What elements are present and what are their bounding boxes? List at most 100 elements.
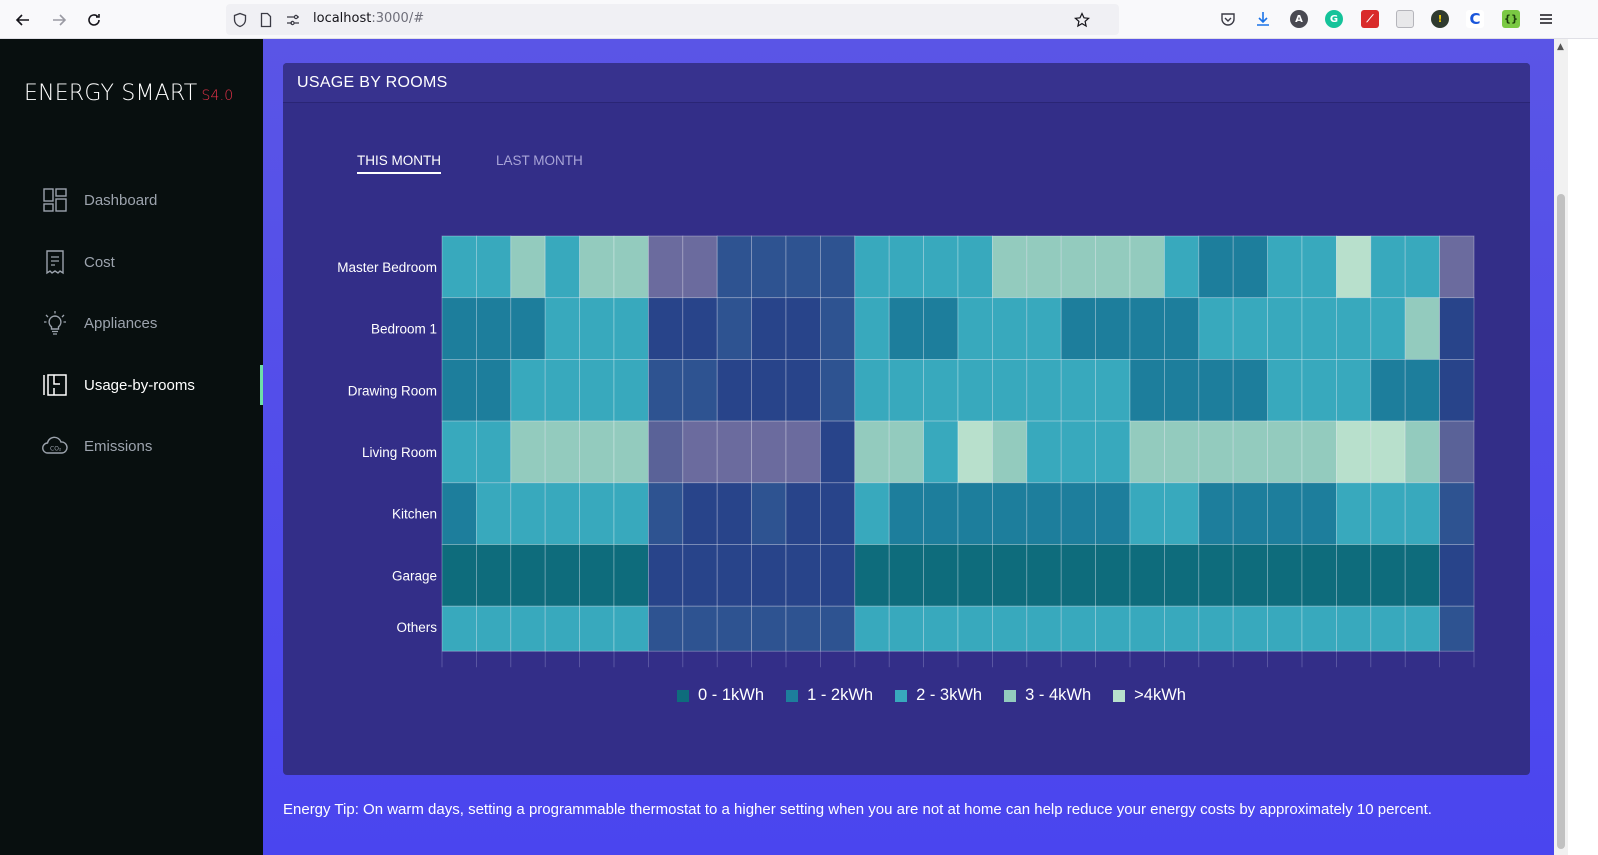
heatmap-cell[interactable]	[1164, 235, 1200, 299]
heatmap-cell[interactable]	[1026, 358, 1062, 422]
heatmap-cell[interactable]	[441, 297, 477, 360]
heatmap-cell[interactable]	[1232, 235, 1269, 299]
heatmap-cell[interactable]	[992, 544, 1028, 607]
heatmap-cell[interactable]	[1164, 297, 1200, 360]
heatmap-cell[interactable]	[751, 297, 787, 360]
address-bar[interactable]: localhost:3000/#	[226, 4, 1119, 35]
heatmap-cell[interactable]	[1198, 358, 1234, 422]
heatmap-cell[interactable]	[820, 544, 856, 607]
heatmap-cell[interactable]	[1026, 605, 1062, 652]
heatmap-cell[interactable]	[1336, 420, 1372, 484]
heatmap-cell[interactable]	[1404, 482, 1440, 545]
heatmap-cell[interactable]	[1129, 297, 1165, 360]
heatmap-cell[interactable]	[1336, 482, 1372, 545]
sidebar-item-usage-by-rooms[interactable]: Usage-by-rooms	[0, 363, 263, 407]
heatmap-cell[interactable]	[475, 358, 512, 422]
heatmap-cell[interactable]	[1026, 235, 1062, 299]
heatmap-cell[interactable]	[1404, 605, 1440, 652]
heatmap-cell[interactable]	[613, 544, 649, 607]
heatmap-cell[interactable]	[785, 358, 821, 422]
heatmap-cell[interactable]	[510, 482, 546, 545]
heatmap-cell[interactable]	[647, 358, 684, 422]
heatmap-cell[interactable]	[1164, 544, 1200, 607]
heatmap-cell[interactable]	[475, 235, 512, 299]
heatmap-cell[interactable]	[1198, 605, 1234, 652]
heatmap-cell[interactable]	[1232, 544, 1269, 607]
heatmap-cell[interactable]	[854, 297, 890, 360]
heatmap-cell[interactable]	[992, 605, 1028, 652]
heatmap-cell[interactable]	[613, 482, 649, 545]
heatmap-cell[interactable]	[1060, 482, 1097, 545]
heatmap-cell[interactable]	[1198, 544, 1234, 607]
heatmap-cell[interactable]	[579, 420, 615, 484]
download-icon[interactable]	[1254, 10, 1272, 28]
heatmap-cell[interactable]	[544, 544, 581, 607]
heatmap-cell[interactable]	[475, 605, 512, 652]
heatmap-cell[interactable]	[510, 605, 546, 652]
heatmap-cell[interactable]	[613, 297, 649, 360]
heatmap-cell[interactable]	[1336, 235, 1372, 299]
heatmap-cell[interactable]	[1198, 297, 1234, 360]
c-extension-icon[interactable]: C	[1466, 10, 1484, 28]
heatmap-cell[interactable]	[1164, 358, 1200, 422]
heatmap-cell[interactable]	[716, 544, 753, 607]
heatmap-cell[interactable]	[510, 544, 546, 607]
heatmap-cell[interactable]	[923, 544, 959, 607]
heatmap-cell[interactable]	[888, 482, 925, 545]
heatmap-cell[interactable]	[1301, 358, 1337, 422]
heatmap-cell[interactable]	[820, 358, 856, 422]
heatmap-cell[interactable]	[785, 544, 821, 607]
heatmap-cell[interactable]	[785, 420, 821, 484]
heatmap-cell[interactable]	[682, 420, 718, 484]
heatmap-cell[interactable]	[1336, 297, 1372, 360]
heatmap-cell[interactable]	[854, 544, 890, 607]
heatmap-cell[interactable]	[682, 544, 718, 607]
heatmap-cell[interactable]	[1301, 482, 1337, 545]
heatmap-cell[interactable]	[682, 358, 718, 422]
heatmap-cell[interactable]	[475, 544, 512, 607]
heatmap-cell[interactable]	[1232, 605, 1269, 652]
heatmap-cell[interactable]	[751, 420, 787, 484]
heatmap-cell[interactable]	[1370, 420, 1406, 484]
heatmap-cell[interactable]	[751, 358, 787, 422]
heatmap-cell[interactable]	[1129, 605, 1165, 652]
heatmap-cell[interactable]	[1267, 420, 1303, 484]
grammarly-extension-icon[interactable]: G	[1325, 10, 1343, 28]
heatmap-cell[interactable]	[888, 297, 925, 360]
heatmap-cell[interactable]	[888, 235, 925, 299]
heatmap-cell[interactable]	[647, 605, 684, 652]
heatmap-cell[interactable]	[751, 544, 787, 607]
heatmap-cell[interactable]	[1198, 420, 1234, 484]
heatmap-cell[interactable]	[1301, 297, 1337, 360]
heatmap-cell[interactable]	[854, 605, 890, 652]
heatmap-cell[interactable]	[1404, 358, 1440, 422]
heatmap-cell[interactable]	[510, 297, 546, 360]
heatmap-cell[interactable]	[510, 358, 546, 422]
heatmap-cell[interactable]	[1404, 297, 1440, 360]
heatmap-cell[interactable]	[647, 235, 684, 299]
heatmap-cell[interactable]	[1267, 544, 1303, 607]
heatmap-cell[interactable]	[1370, 235, 1406, 299]
json-extension-icon[interactable]: {}	[1502, 10, 1520, 28]
heatmap-cell[interactable]	[957, 482, 993, 545]
heatmap-cell[interactable]	[957, 420, 993, 484]
document-extension-icon[interactable]	[1396, 10, 1414, 28]
sidebar-item-dashboard[interactable]: Dashboard	[0, 178, 263, 222]
heatmap-cell[interactable]	[1301, 420, 1337, 484]
alert-extension-icon[interactable]: !	[1431, 10, 1449, 28]
heatmap-cell[interactable]	[751, 605, 787, 652]
heatmap-cell[interactable]	[957, 297, 993, 360]
heatmap-cell[interactable]	[1439, 420, 1475, 484]
heatmap-cell[interactable]	[1129, 420, 1165, 484]
heatmap-cell[interactable]	[1232, 297, 1269, 360]
heatmap-cell[interactable]	[441, 482, 477, 545]
heatmap-cell[interactable]	[544, 482, 581, 545]
heatmap-cell[interactable]	[475, 482, 512, 545]
heatmap-cell[interactable]	[1336, 544, 1372, 607]
heatmap-cell[interactable]	[475, 420, 512, 484]
heatmap-cell[interactable]	[544, 297, 581, 360]
heatmap-cell[interactable]	[992, 358, 1028, 422]
heatmap-cell[interactable]	[1301, 544, 1337, 607]
heatmap-cell[interactable]	[1404, 235, 1440, 299]
heatmap-cell[interactable]	[854, 420, 890, 484]
